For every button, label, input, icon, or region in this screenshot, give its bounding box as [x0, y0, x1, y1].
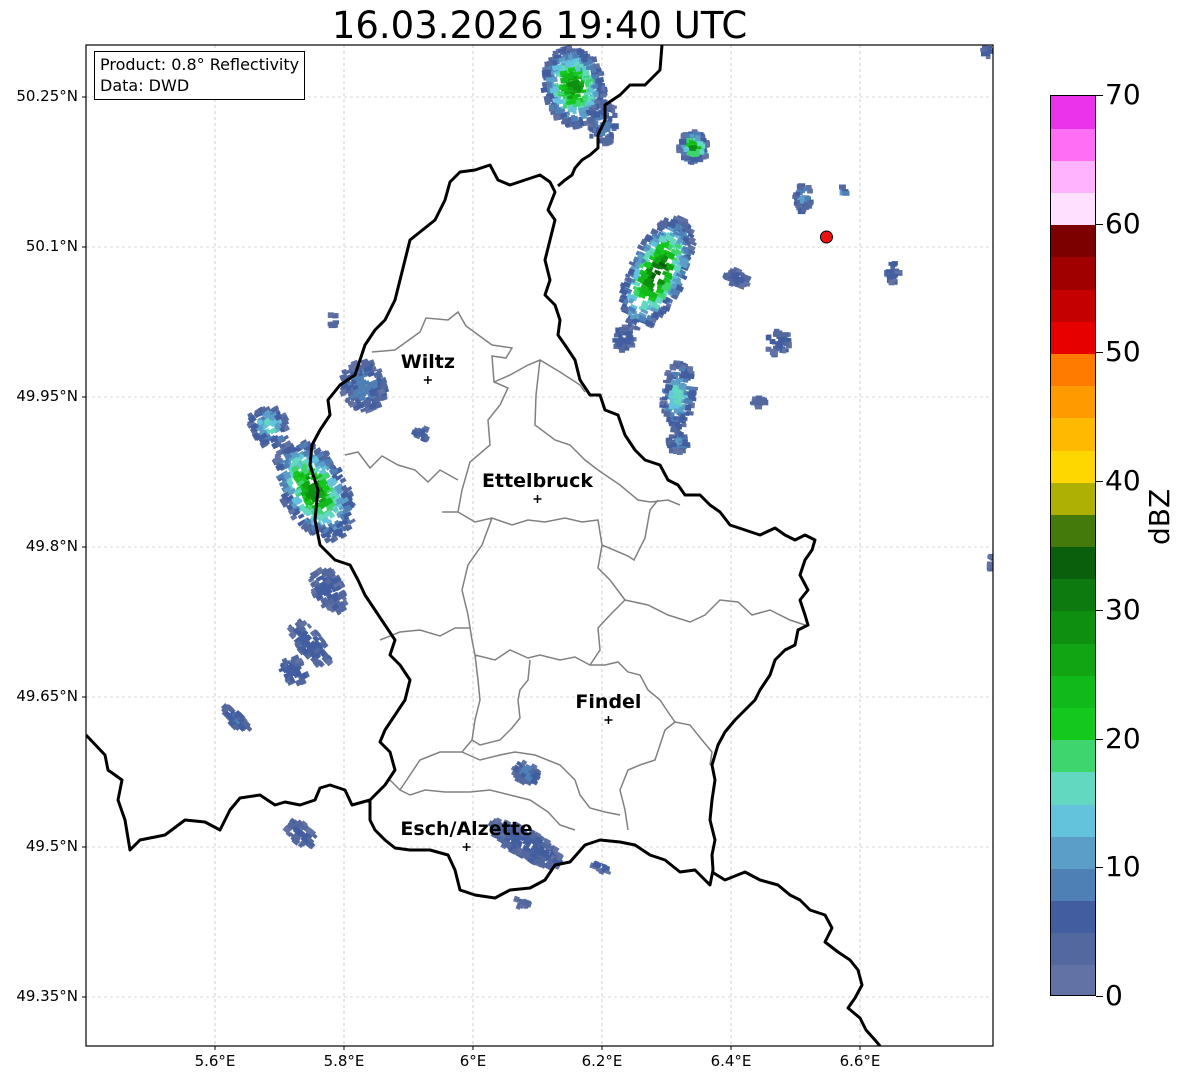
colorbar-segment: [1051, 771, 1095, 805]
colorbar-segment: [1051, 514, 1095, 548]
colorbar-tick: [1096, 95, 1103, 96]
colorbar-segment: [1051, 868, 1095, 902]
colorbar-segment: [1051, 739, 1095, 773]
longitude-label: 6°E: [459, 1052, 487, 1070]
colorbar-tick-label: 20: [1105, 721, 1141, 755]
longitude-label: 5.8°E: [323, 1052, 365, 1070]
colorbar-segment: [1051, 289, 1095, 322]
colorbar-segment: [1051, 964, 1095, 995]
longitude-label: 5.6°E: [194, 1052, 236, 1070]
colorbar-segment: [1051, 900, 1095, 934]
radar-site-marker: [819, 230, 833, 244]
colorbar-tick-label: 50: [1105, 335, 1141, 369]
colorbar-segment: [1051, 803, 1095, 837]
colorbar-segment: [1051, 449, 1095, 483]
colorbar-segment: [1051, 385, 1095, 419]
latitude-label: 50.1°N: [25, 237, 78, 255]
colorbar-tick: [1096, 738, 1103, 740]
latitude-label: 49.35°N: [16, 987, 78, 1005]
colorbar-segment: [1051, 675, 1095, 708]
longitude-label: 6.4°E: [710, 1052, 752, 1070]
colorbar-segment: [1051, 546, 1095, 580]
colorbar-segment: [1051, 643, 1095, 676]
colorbar-tick: [1096, 609, 1103, 611]
city-label: Esch/Alzette: [400, 818, 533, 840]
product-label: Product: 0.8° Reflectivity: [100, 55, 300, 74]
colorbar-segment: [1051, 192, 1095, 226]
latitude-label: 49.8°N: [25, 537, 78, 555]
colorbar-segment: [1051, 353, 1095, 387]
latitude-label: 50.25°N: [16, 87, 78, 105]
colorbar-segment: [1051, 160, 1095, 194]
colorbar-tick: [1096, 481, 1103, 483]
colorbar-tick: [1096, 996, 1103, 997]
colorbar: [1050, 95, 1096, 996]
colorbar-tick-label: 10: [1105, 850, 1141, 884]
colorbar-tick: [1096, 352, 1103, 354]
colorbar-segment: [1051, 96, 1095, 129]
colorbar-tick-label: 30: [1105, 592, 1141, 626]
colorbar-segment: [1051, 836, 1095, 869]
colorbar-tick-label: 70: [1105, 78, 1141, 111]
colorbar-segment: [1051, 321, 1095, 355]
colorbar-segment: [1051, 610, 1095, 644]
longitude-label: 6.6°E: [839, 1052, 881, 1070]
colorbar-segment: [1051, 707, 1095, 741]
colorbar-segment: [1051, 128, 1095, 161]
colorbar-unit-label: dBZ: [1143, 488, 1176, 545]
latitude-label: 49.95°N: [16, 387, 78, 405]
colorbar-segment: [1051, 482, 1095, 515]
colorbar-tick-label: 40: [1105, 464, 1141, 498]
city-label: Wiltz: [400, 351, 455, 373]
colorbar-segment: [1051, 256, 1095, 290]
colorbar-segment: [1051, 224, 1095, 258]
latitude-label: 49.65°N: [16, 687, 78, 705]
colorbar-tick-label: 60: [1105, 206, 1141, 240]
colorbar-segment: [1051, 417, 1095, 451]
colorbar-segment: [1051, 932, 1095, 966]
colorbar-tick: [1096, 867, 1103, 869]
colorbar-tick: [1096, 223, 1103, 225]
city-label: Findel: [575, 691, 642, 713]
radar-map: [82, 44, 994, 1050]
longitude-label: 6.2°E: [581, 1052, 623, 1070]
data-source-label: Data: DWD: [100, 76, 190, 95]
colorbar-tick-label: 0: [1105, 979, 1123, 1012]
map-frame: [86, 45, 993, 1046]
city-label: Ettelbruck: [482, 470, 593, 492]
info-box: Product: 0.8° Reflectivity Data: DWD: [94, 51, 306, 100]
colorbar-segment: [1051, 578, 1095, 612]
latitude-label: 49.5°N: [25, 837, 78, 855]
